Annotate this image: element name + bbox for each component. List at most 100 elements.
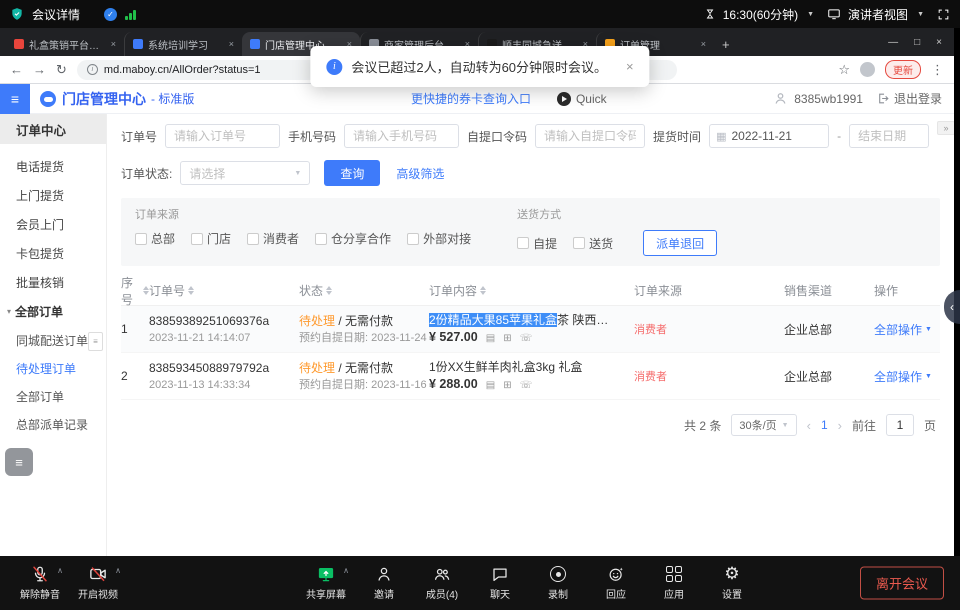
search-button[interactable]: 查询 xyxy=(324,160,380,186)
meeting-details-link[interactable]: 会议详情 xyxy=(32,6,80,23)
sort-icon[interactable] xyxy=(480,286,486,295)
table-row[interactable]: 1 83859389251069376a 2023-11-21 14:14:07… xyxy=(121,306,940,353)
forward-icon[interactable]: → xyxy=(33,62,46,77)
prev-page-button[interactable]: ‹ xyxy=(807,418,811,433)
share-screen-icon xyxy=(317,565,335,583)
pickup-code-input[interactable] xyxy=(535,124,645,148)
browser-profile-avatar[interactable] xyxy=(860,62,875,77)
sidebar-item-batch-verify[interactable]: 批量核销 xyxy=(0,268,106,297)
browser-tab[interactable]: 系统培训学习 × xyxy=(124,32,242,56)
page-size-select[interactable]: 30条/页▼ xyxy=(731,414,796,436)
order-status-select[interactable]: 请选择 ▼ xyxy=(180,161,310,185)
sidebar-item-pending-orders[interactable]: 待处理订单 xyxy=(0,354,106,382)
meeting-timer[interactable]: 16:30(60分钟) xyxy=(723,6,798,23)
browser-update-button[interactable]: 更新 xyxy=(885,60,921,79)
main-content: » 订单号 手机号码 自提口令码 提货时间 ▦ - xyxy=(107,114,954,556)
hamburger-menu-button[interactable]: ≡ xyxy=(0,84,30,114)
site-info-icon[interactable]: i xyxy=(87,64,98,75)
goto-page-input[interactable] xyxy=(886,414,914,436)
checkbox-consumer[interactable]: 消费者 xyxy=(247,230,299,247)
window-minimize-icon[interactable]: — xyxy=(888,37,898,48)
unmute-button[interactable]: 解除静音 ∧ xyxy=(14,565,66,601)
row-actions-dropdown[interactable]: 全部操作▼ xyxy=(874,321,940,338)
window-maximize-icon[interactable]: □ xyxy=(914,37,920,48)
sidebar-item-member-visit[interactable]: 会员上门 xyxy=(0,210,106,239)
share-screen-button[interactable]: 共享屏幕 ∧ xyxy=(300,565,352,601)
tab-close-icon[interactable]: × xyxy=(229,39,234,49)
bookmark-star-icon[interactable]: ☆ xyxy=(838,62,850,78)
sort-icon[interactable] xyxy=(188,286,194,295)
current-page[interactable]: 1 xyxy=(821,418,828,432)
sidebar-item-hq-dispatch-log[interactable]: 总部派单记录 xyxy=(0,410,106,438)
pickup-note: 预约自提日期: 2023-11-16 xyxy=(299,378,429,393)
sidebar-item-card-pickup[interactable]: 卡包提货 xyxy=(0,239,106,268)
image-icon[interactable]: ▤ xyxy=(486,333,495,344)
checkbox-store[interactable]: 门店 xyxy=(191,230,231,247)
timer-caret-icon[interactable]: ▼ xyxy=(807,11,814,18)
user-account[interactable]: 8385wb1991 xyxy=(773,91,863,106)
record-button[interactable]: 录制 xyxy=(532,565,584,601)
qrcode-icon[interactable]: ⊞ xyxy=(503,333,511,344)
settings-button[interactable]: ⚙ 设置 xyxy=(706,565,758,601)
checkbox-external[interactable]: 外部对接 xyxy=(407,230,471,247)
logout-button[interactable]: 退出登录 xyxy=(877,90,942,107)
view-mode-selector[interactable]: 演讲者视图 xyxy=(848,6,908,23)
panel-collapse-button[interactable]: » xyxy=(937,121,954,135)
back-icon[interactable]: ← xyxy=(10,62,23,77)
tab-close-icon[interactable]: × xyxy=(701,39,706,49)
sidebar-item-all-orders[interactable]: 全部订单 xyxy=(0,382,106,410)
annotation-toolbar-button[interactable]: ≡ xyxy=(5,448,33,476)
order-time: 2023-11-21 14:14:07 xyxy=(149,331,299,346)
checkbox-hq[interactable]: 总部 xyxy=(135,230,175,247)
sort-icon[interactable] xyxy=(326,286,332,295)
sidebar-collapse-handle[interactable]: ≡ xyxy=(88,332,103,351)
invite-button[interactable]: 邀请 xyxy=(358,565,410,601)
next-page-button[interactable]: › xyxy=(838,418,842,433)
image-icon[interactable]: ▤ xyxy=(486,380,495,391)
browser-menu-icon[interactable]: ⋮ xyxy=(931,62,944,78)
view-caret-icon[interactable]: ▼ xyxy=(917,11,924,18)
reactions-button[interactable]: 回应 xyxy=(590,565,642,601)
end-date-input[interactable] xyxy=(849,124,929,148)
qrcode-icon[interactable]: ⊞ xyxy=(503,380,511,391)
sidebar-section-order-center[interactable]: 订单中心 xyxy=(0,114,106,144)
chevron-up-icon[interactable]: ∧ xyxy=(57,566,63,575)
checkbox-self-pickup[interactable]: 自提 xyxy=(517,235,557,252)
dispatch-return-button[interactable]: 派单退回 xyxy=(643,230,717,256)
timer-icon xyxy=(704,8,716,20)
table-row[interactable]: 2 83859345088979792a 2023-11-13 14:33:34… xyxy=(121,353,940,400)
chat-button[interactable]: 聊天 xyxy=(474,565,526,601)
row-actions-dropdown[interactable]: 全部操作▼ xyxy=(874,368,940,385)
toast-close-icon[interactable]: × xyxy=(626,59,634,74)
goto-label: 前往 xyxy=(852,417,876,434)
checkbox-delivery[interactable]: 送货 xyxy=(573,235,613,252)
order-no-input[interactable] xyxy=(165,124,280,148)
browser-tab[interactable]: 礼盒策销平台管理中心 × xyxy=(6,32,124,56)
tab-close-icon[interactable]: × xyxy=(111,39,116,49)
start-date-input[interactable] xyxy=(731,126,811,146)
start-date-picker[interactable]: ▦ xyxy=(709,124,829,148)
phone-input[interactable] xyxy=(344,124,459,148)
quick-icon[interactable] xyxy=(557,92,571,106)
members-button[interactable]: 成员(4) xyxy=(416,565,468,601)
fullscreen-icon[interactable] xyxy=(937,8,950,21)
sidebar-group-all-orders[interactable]: ▾ 全部订单 xyxy=(0,297,106,326)
start-video-button[interactable]: 开启视频 ∧ xyxy=(72,565,124,601)
apps-button[interactable]: 应用 xyxy=(648,565,700,601)
phone-icon[interactable]: ☏ xyxy=(520,380,533,391)
phone-icon[interactable]: ☏ xyxy=(520,333,533,344)
checkbox-warehouse-share[interactable]: 仓分享合作 xyxy=(315,230,391,247)
new-tab-button[interactable]: + xyxy=(722,37,730,52)
quick-label[interactable]: Quick xyxy=(576,92,607,106)
chevron-up-icon[interactable]: ∧ xyxy=(115,566,121,575)
coupon-query-link[interactable]: 更快捷的券卡查询入口 xyxy=(411,90,531,107)
chevron-up-icon[interactable]: ∧ xyxy=(343,566,349,575)
security-badge-icon[interactable]: ✓ xyxy=(104,8,117,21)
leave-meeting-button[interactable]: 离开会议 xyxy=(860,567,944,600)
reload-icon[interactable]: ↻ xyxy=(56,62,67,78)
advanced-filter-link[interactable]: 高级筛选 xyxy=(396,165,444,182)
window-close-icon[interactable]: × xyxy=(936,37,942,48)
sidebar-item-door-pickup[interactable]: 上门提货 xyxy=(0,181,106,210)
sidebar-item-phone-pickup[interactable]: 电话提货 xyxy=(0,152,106,181)
row-index: 2 xyxy=(121,369,149,383)
